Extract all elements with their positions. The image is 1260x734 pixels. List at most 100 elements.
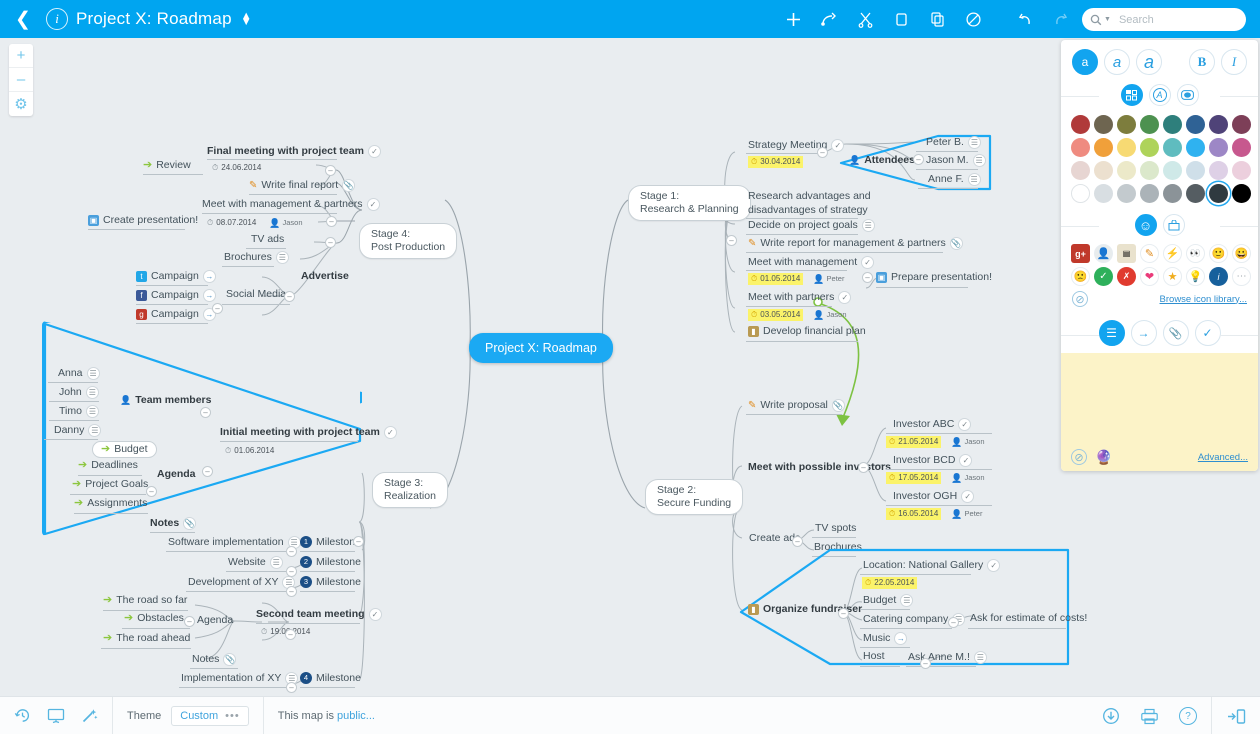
note-icon[interactable]: ☰ — [900, 594, 914, 607]
node-investor-abc-meta[interactable]: ⏱ 21.05.2014 👤 Jason — [886, 436, 985, 449]
color-swatch[interactable] — [1071, 138, 1090, 157]
note-icon[interactable]: ☰ — [861, 219, 875, 232]
collapse-toggle[interactable]: – — [325, 237, 336, 248]
collapse-toggle[interactable]: – — [286, 566, 297, 577]
color-swatch[interactable] — [1071, 184, 1090, 203]
redo-button[interactable] — [1044, 2, 1078, 36]
color-swatch[interactable] — [1232, 138, 1251, 157]
collapse-toggle[interactable]: – — [862, 272, 873, 283]
magic-button[interactable] — [81, 707, 98, 724]
node-milestone-1[interactable]: 1 Milestone — [300, 536, 361, 548]
canvas-settings-button[interactable]: ⚙ — [9, 92, 33, 116]
node-obstacles[interactable]: ➔ Obstacles — [124, 613, 184, 624]
color-swatch[interactable] — [1163, 184, 1182, 203]
check-icon[interactable]: ✓ — [958, 418, 972, 431]
info-icon[interactable]: i — [46, 8, 68, 30]
copy-button[interactable] — [884, 2, 918, 36]
collapse-toggle[interactable]: – — [920, 658, 931, 669]
node-milestone-3[interactable]: 3 Milestone — [300, 576, 361, 588]
more-icons-icon[interactable]: ⋯ — [1232, 267, 1251, 286]
node-milestone-2[interactable]: 2 Milestone — [300, 556, 361, 568]
bold-button[interactable]: B — [1189, 49, 1215, 75]
back-icon[interactable]: ❮ — [0, 0, 46, 38]
color-swatch[interactable] — [1186, 184, 1205, 203]
node-project-goals[interactable]: ➔ Project Goals — [72, 479, 148, 490]
browse-icon-library-link[interactable]: Browse icon library... — [1160, 294, 1247, 305]
node-investor-bcd-meta[interactable]: ⏱ 17.05.2014 👤 Jason — [886, 472, 985, 485]
color-swatch[interactable] — [1163, 115, 1182, 134]
node-meet-possible-investors[interactable]: Meet with possible investors — [748, 462, 891, 473]
attachment-icon[interactable]: 📎 — [183, 517, 197, 530]
google-plus-icon[interactable]: g+ — [1071, 244, 1090, 263]
check-icon[interactable]: ✓ — [366, 198, 380, 211]
collapse-toggle[interactable]: – — [948, 617, 959, 628]
attachment-icon[interactable]: 📎 — [831, 399, 845, 412]
root-node[interactable]: Project X: Roadmap — [469, 333, 613, 363]
node-danny[interactable]: Danny ☰ — [54, 424, 102, 437]
note-editor[interactable]: ⊘ 🔮 Advanced... — [1061, 353, 1258, 471]
paste-button[interactable] — [920, 2, 954, 36]
collapse-toggle[interactable]: – — [792, 536, 803, 547]
node-road-so-far[interactable]: ➔ The road so far — [103, 595, 187, 606]
node-host[interactable]: Host — [863, 651, 885, 662]
node-location-date[interactable]: ⏱ 22.05.2014 — [862, 577, 918, 590]
presentation-button[interactable] — [47, 708, 65, 724]
node-team-members[interactable]: 👤 Team members — [120, 395, 211, 406]
undo-button[interactable] — [1008, 2, 1042, 36]
collapse-toggle[interactable]: – — [858, 462, 869, 473]
note-icon[interactable]: ☰ — [967, 136, 981, 149]
person-icon[interactable]: 👤 — [1094, 244, 1113, 263]
collapse-toggle[interactable]: – — [285, 629, 296, 640]
node-advertise[interactable]: Advertise — [301, 271, 349, 282]
node-meet-with-partners[interactable]: Meet with partners ✓ — [748, 291, 852, 304]
color-swatch[interactable] — [1209, 138, 1228, 157]
heart-icon[interactable]: ❤ — [1140, 267, 1159, 286]
collapse-panel-button[interactable] — [1226, 708, 1246, 725]
node-campaign-googleplus[interactable]: g Campaign → — [136, 308, 216, 321]
node-development-xy[interactable]: Development of XY ☰ — [188, 576, 296, 589]
collapse-toggle[interactable]: – — [353, 536, 364, 547]
node-milestone-4[interactable]: 4 Milestone — [300, 672, 361, 684]
collapse-toggle[interactable]: – — [913, 154, 924, 165]
theme-selector-button[interactable]: Custom ••• — [171, 705, 249, 726]
node-campaign-twitter[interactable]: t Campaign → — [136, 270, 216, 283]
collapse-toggle[interactable]: – — [200, 407, 211, 418]
check-icon[interactable]: ✓ — [383, 426, 397, 439]
color-swatch[interactable] — [1117, 138, 1136, 157]
sad-icon[interactable]: 🙁 — [1071, 267, 1090, 286]
link-icon[interactable]: → — [202, 289, 216, 302]
node-review[interactable]: ➔ Review — [143, 160, 191, 171]
star-icon[interactable]: ★ — [1163, 267, 1182, 286]
color-swatch[interactable] — [1140, 161, 1159, 180]
pencil-icon[interactable]: ✎ — [1140, 244, 1159, 263]
share-link[interactable]: public... — [337, 710, 375, 722]
node-website[interactable]: Website ☰ — [228, 556, 283, 569]
color-swatch[interactable] — [1232, 161, 1251, 180]
check-icon[interactable]: ✓ — [959, 454, 973, 467]
eyes-icon[interactable]: 👀 — [1186, 244, 1205, 263]
tab-note[interactable]: ☰ — [1098, 320, 1125, 346]
note-icon[interactable]: ☰ — [973, 651, 987, 664]
clear-icon[interactable]: ⊘ — [1071, 449, 1087, 465]
node-john[interactable]: John ☰ — [59, 386, 99, 399]
note-icon[interactable]: ☰ — [972, 154, 986, 167]
stage-node-1[interactable]: Stage 1: Research & Planning — [628, 185, 751, 222]
zoom-in-button[interactable]: + — [9, 44, 33, 68]
node-implementation-xy[interactable]: Implementation of XY ☰ — [181, 672, 299, 685]
color-swatch[interactable] — [1117, 115, 1136, 134]
download-button[interactable] — [1102, 707, 1120, 725]
node-campaign-facebook[interactable]: f Campaign → — [136, 289, 216, 302]
node-create-presentation[interactable]: ▣ Create presentation! — [88, 215, 198, 226]
node-agenda-1[interactable]: Agenda — [157, 469, 196, 480]
collapse-toggle[interactable]: – — [212, 303, 223, 314]
collapse-toggle[interactable]: – — [726, 235, 737, 246]
check-icon[interactable]: ✓ — [861, 256, 875, 269]
collapse-toggle[interactable]: – — [286, 546, 297, 557]
node-attendees[interactable]: 👤 Attendees — [849, 155, 915, 166]
node-meet-with-management[interactable]: Meet with management ✓ — [748, 256, 875, 269]
check-icon[interactable]: ✓ — [838, 291, 852, 304]
updown-caret-icon[interactable]: ▲ ▼ — [241, 11, 252, 28]
lightning-icon[interactable]: ⚡ — [1163, 244, 1182, 263]
collapse-toggle[interactable]: – — [146, 486, 157, 497]
color-swatch[interactable] — [1071, 161, 1090, 180]
